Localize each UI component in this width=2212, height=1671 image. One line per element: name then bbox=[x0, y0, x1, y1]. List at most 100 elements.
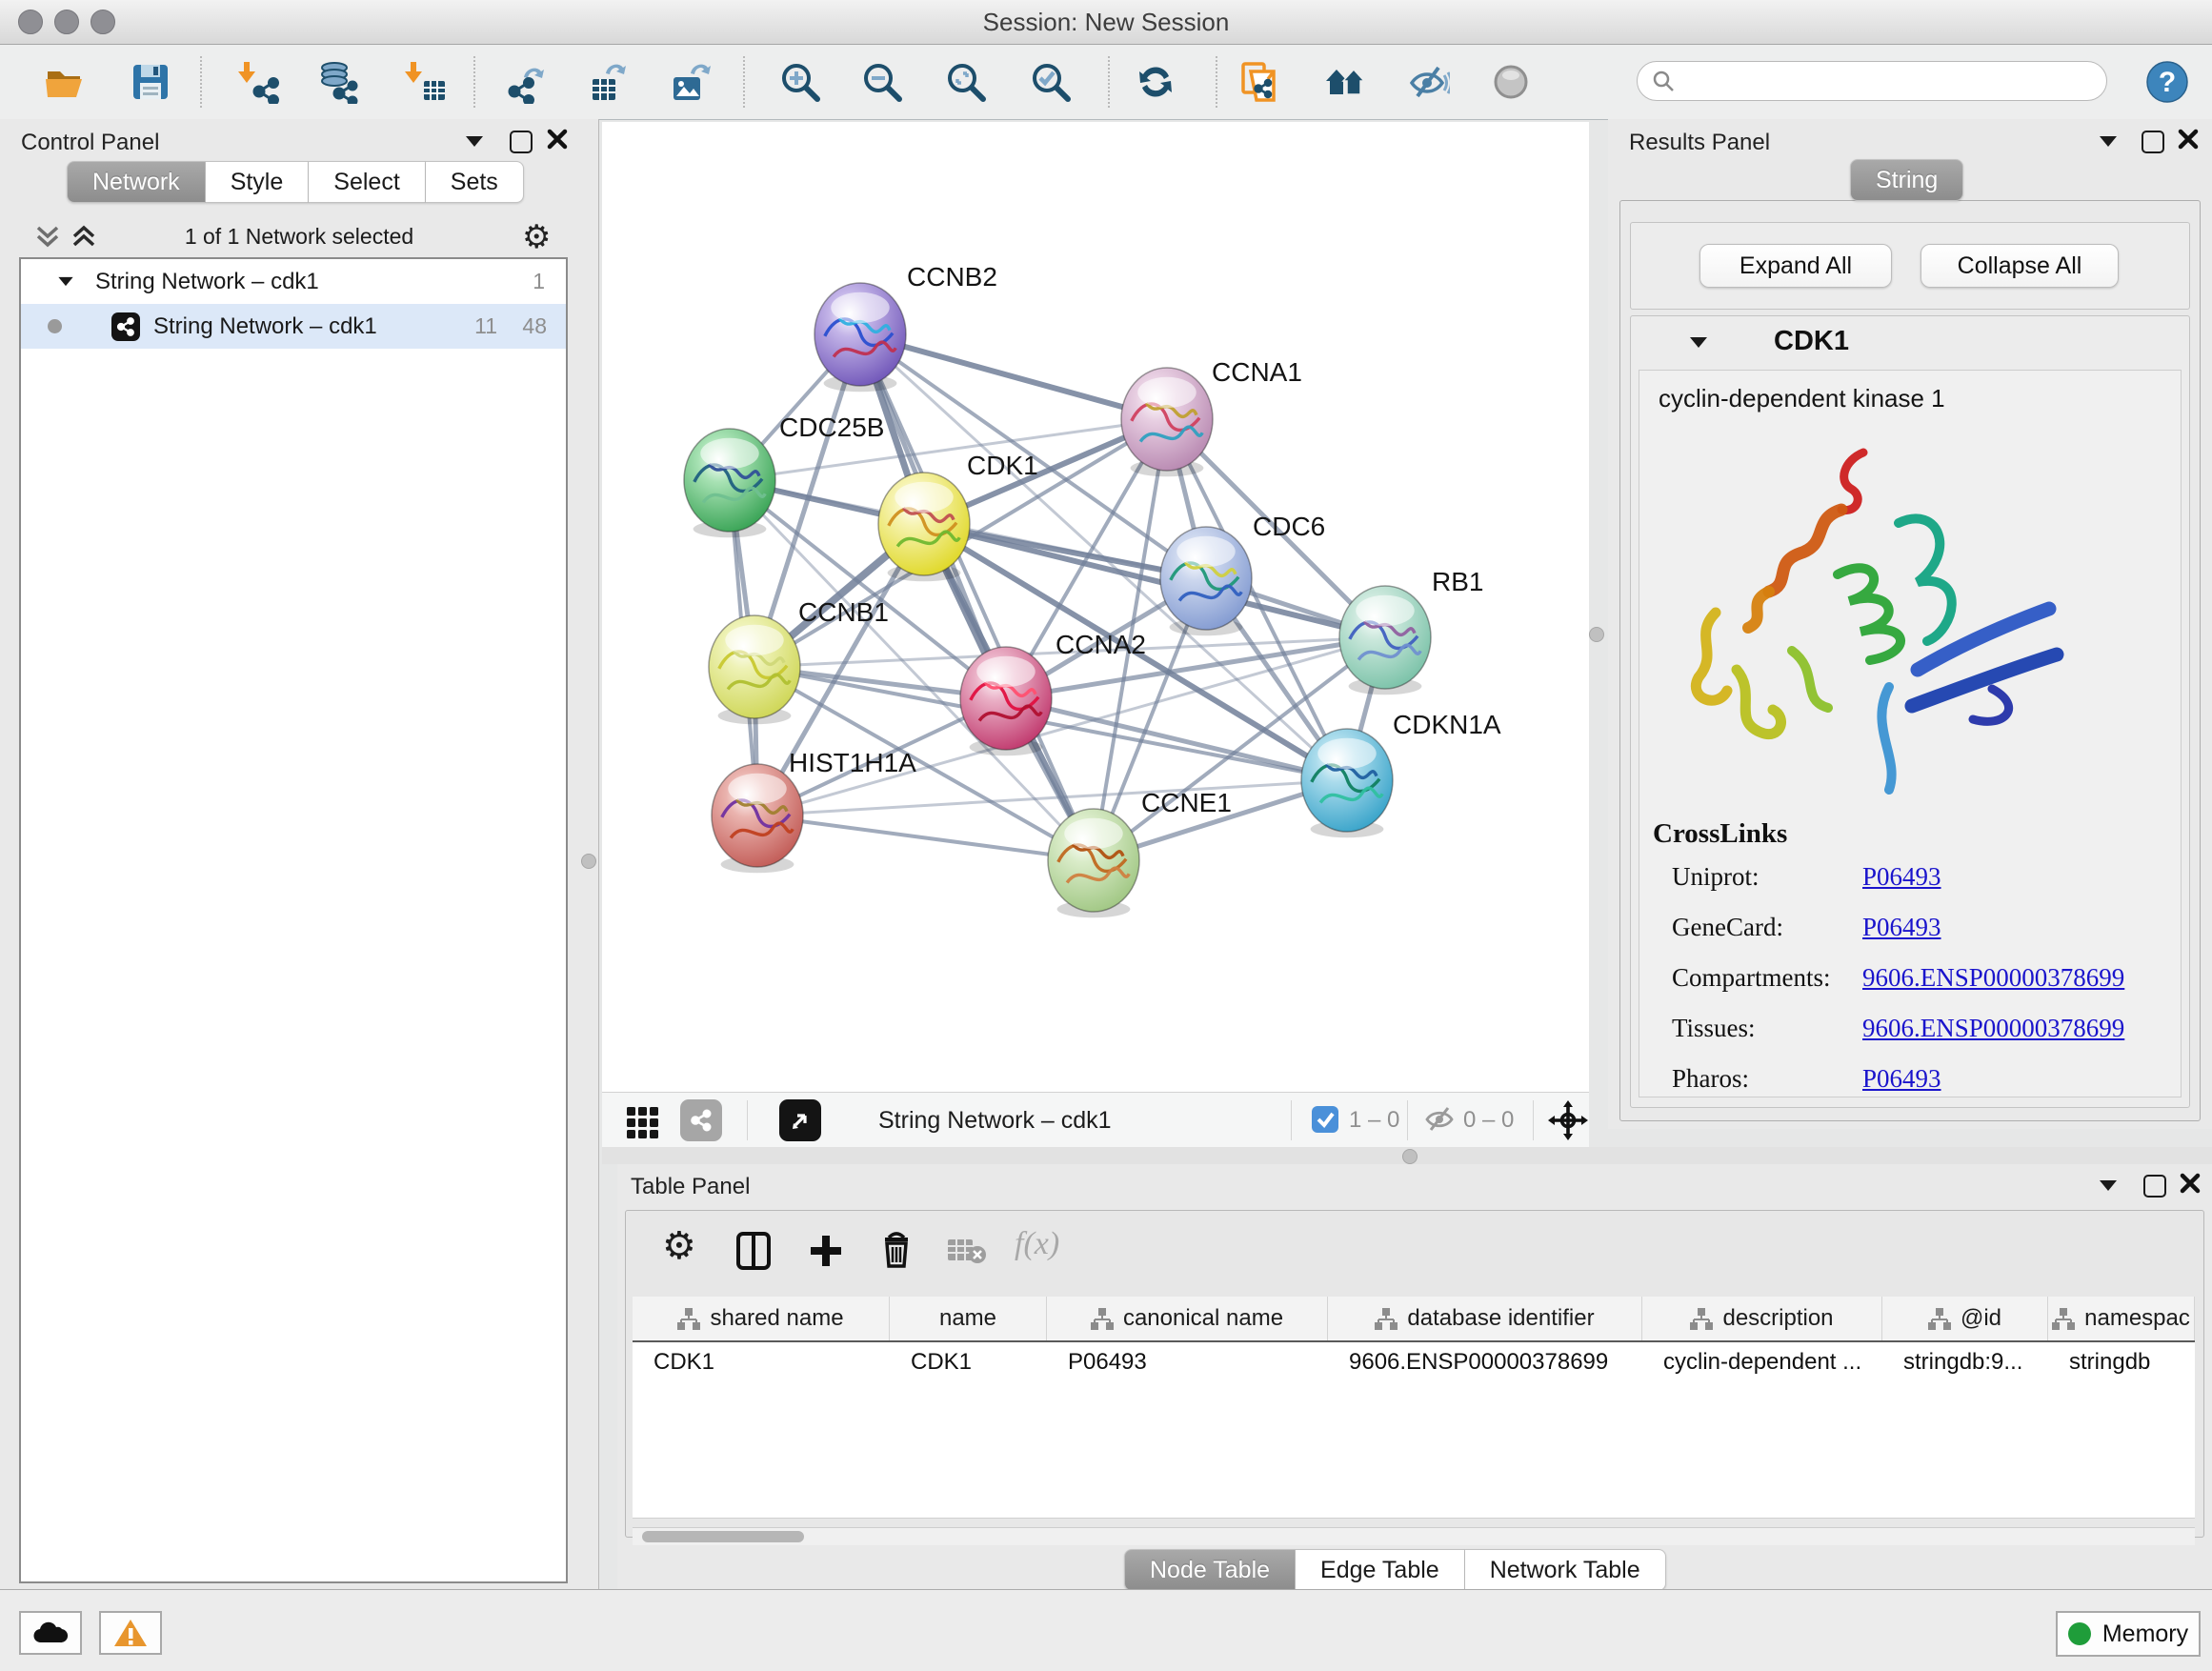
zoom-selected-icon[interactable] bbox=[1029, 60, 1073, 104]
neighborhood-icon[interactable] bbox=[1322, 60, 1366, 104]
tab-select[interactable]: Select bbox=[309, 161, 425, 203]
search-box[interactable] bbox=[1637, 61, 2107, 101]
crosslink-link[interactable]: 9606.ENSP00000378699 bbox=[1862, 1014, 2124, 1042]
export-network-icon[interactable] bbox=[503, 60, 547, 104]
bottom-splitter-handle[interactable] bbox=[1402, 1149, 1418, 1164]
network-canvas[interactable]: CCNB2CCNA1CDC25BCDK1CDC6RB1CCNB1CCNA2CDK… bbox=[602, 122, 1589, 1092]
column-header-description[interactable]: description bbox=[1642, 1297, 1882, 1340]
column-header-canonical-name[interactable]: canonical name bbox=[1047, 1297, 1328, 1340]
tab-network[interactable]: Network bbox=[67, 161, 206, 203]
network-node[interactable] bbox=[1048, 809, 1139, 917]
open-session-icon[interactable] bbox=[43, 60, 87, 104]
tab-string[interactable]: String bbox=[1850, 159, 1963, 201]
column-header-database-identifier[interactable]: database identifier bbox=[1328, 1297, 1642, 1340]
control-panel-float-icon[interactable] bbox=[510, 131, 533, 153]
shared-column-icon bbox=[1091, 1307, 1114, 1330]
network-node[interactable] bbox=[1121, 368, 1213, 476]
minimize-window-button[interactable] bbox=[54, 10, 79, 34]
window-title: Session: New Session bbox=[0, 0, 2212, 44]
selected-count-checkbox[interactable] bbox=[1311, 1105, 1339, 1138]
hidden-eye-icon[interactable] bbox=[1423, 1105, 1456, 1138]
crosslink-link[interactable]: P06493 bbox=[1862, 913, 1941, 941]
left-splitter-handle[interactable] bbox=[581, 854, 596, 869]
column-header-shared-name[interactable]: shared name bbox=[633, 1297, 890, 1340]
network-node[interactable] bbox=[1160, 527, 1252, 635]
tab-node-table[interactable]: Node Table bbox=[1124, 1549, 1296, 1591]
navigator-crosshair-icon[interactable] bbox=[1547, 1099, 1589, 1146]
save-session-icon[interactable] bbox=[129, 60, 172, 104]
crosslink-row: Compartments:9606.ENSP00000378699 bbox=[1653, 963, 2167, 1014]
network-tree: String Network – cdk1 1 String Network –… bbox=[19, 257, 568, 1583]
export-image-icon[interactable] bbox=[668, 60, 712, 104]
open-in-window-icon[interactable] bbox=[779, 1099, 821, 1141]
table-panel-close-icon[interactable] bbox=[2178, 1171, 2202, 1200]
warnings-button[interactable] bbox=[99, 1611, 162, 1655]
import-table-file-icon[interactable] bbox=[403, 60, 447, 104]
apply-layout-icon[interactable] bbox=[1134, 60, 1177, 104]
scrollbar-thumb[interactable] bbox=[642, 1531, 804, 1542]
network-options-gear-icon[interactable]: ⚙ bbox=[522, 218, 551, 256]
collection-label: String Network – cdk1 bbox=[95, 269, 319, 295]
crosslink-link[interactable]: P06493 bbox=[1862, 1064, 1941, 1093]
footer-separator bbox=[747, 1100, 748, 1140]
add-column-icon[interactable] bbox=[805, 1230, 847, 1277]
export-table-icon[interactable] bbox=[585, 60, 629, 104]
column-header-@id[interactable]: @id bbox=[1882, 1297, 2048, 1340]
tab-edge-table[interactable]: Edge Table bbox=[1296, 1549, 1465, 1591]
cloud-button[interactable] bbox=[19, 1611, 82, 1655]
clone-network-icon[interactable] bbox=[1237, 60, 1281, 104]
network-node[interactable] bbox=[709, 615, 800, 724]
right-splitter-handle[interactable] bbox=[1589, 627, 1604, 642]
zoom-in-icon[interactable] bbox=[778, 60, 822, 104]
network-node[interactable] bbox=[814, 283, 906, 392]
network-node[interactable] bbox=[1301, 729, 1393, 837]
help-icon[interactable]: ? bbox=[2145, 60, 2189, 109]
collection-count: 1 bbox=[533, 269, 545, 294]
crosslink-link[interactable]: P06493 bbox=[1862, 862, 1941, 891]
node-label: CCNB2 bbox=[907, 262, 997, 292]
search-input[interactable] bbox=[1676, 68, 2080, 94]
zoom-fit-icon[interactable] bbox=[944, 60, 988, 104]
collection-collapse-icon[interactable] bbox=[58, 277, 72, 286]
title-bar: Session: New Session bbox=[0, 0, 2212, 45]
horizontal-splitter[interactable] bbox=[602, 1147, 2212, 1164]
import-network-file-icon[interactable] bbox=[236, 60, 280, 104]
close-window-button[interactable] bbox=[18, 10, 43, 34]
crosslinks-list: Uniprot:P06493GeneCard:P06493Compartment… bbox=[1653, 862, 2167, 1115]
expand-all-button[interactable]: Expand All bbox=[1699, 244, 1892, 288]
collapse-all-button[interactable]: Collapse All bbox=[1920, 244, 2119, 288]
memory-button[interactable]: Memory bbox=[2056, 1611, 2201, 1657]
tab-style[interactable]: Style bbox=[206, 161, 310, 203]
crosslink-link[interactable]: 9606.ENSP00000378699 bbox=[1862, 963, 2124, 992]
show-hidden-icon[interactable] bbox=[1406, 60, 1450, 104]
zoom-out-icon[interactable] bbox=[860, 60, 904, 104]
results-panel-close-icon[interactable] bbox=[2176, 127, 2201, 156]
network-collection-row[interactable]: String Network – cdk1 1 bbox=[21, 259, 566, 304]
network-row-selected[interactable]: String Network – cdk1 11 48 bbox=[21, 304, 566, 349]
column-header-namespac[interactable]: namespac bbox=[2048, 1297, 2195, 1340]
table-panel-float-icon[interactable] bbox=[2143, 1175, 2166, 1198]
table-panel-menu-icon[interactable] bbox=[2100, 1180, 2117, 1191]
tab-network-table[interactable]: Network Table bbox=[1465, 1549, 1666, 1591]
import-network-database-icon[interactable] bbox=[315, 60, 359, 104]
network-edge bbox=[860, 334, 1094, 860]
birdseye-grid-icon[interactable] bbox=[623, 1100, 665, 1147]
column-header-name[interactable]: name bbox=[890, 1297, 1047, 1340]
table-header-row: shared namenamecanonical namedatabase id… bbox=[633, 1297, 2195, 1342]
results-panel-float-icon[interactable] bbox=[2142, 131, 2164, 153]
tab-sets[interactable]: Sets bbox=[426, 161, 524, 203]
network-node[interactable] bbox=[878, 473, 970, 581]
network-node[interactable] bbox=[712, 764, 803, 873]
zoom-window-button[interactable] bbox=[90, 10, 115, 34]
control-panel-menu-icon[interactable] bbox=[466, 136, 483, 147]
control-panel-close-icon[interactable] bbox=[545, 127, 570, 156]
show-columns-icon[interactable] bbox=[733, 1230, 774, 1277]
delete-column-icon[interactable] bbox=[875, 1228, 917, 1275]
table-row[interactable]: CDK1CDK1P064939606.ENSP00000378699cyclin… bbox=[633, 1342, 2195, 1384]
results-panel-menu-icon[interactable] bbox=[2100, 136, 2117, 147]
table-horizontal-scrollbar[interactable] bbox=[633, 1527, 2195, 1545]
gene-collapse-icon[interactable] bbox=[1690, 337, 1707, 348]
table-options-gear-icon[interactable]: ⚙ bbox=[662, 1224, 696, 1268]
network-node[interactable] bbox=[1339, 586, 1431, 695]
network-node[interactable] bbox=[684, 429, 775, 537]
